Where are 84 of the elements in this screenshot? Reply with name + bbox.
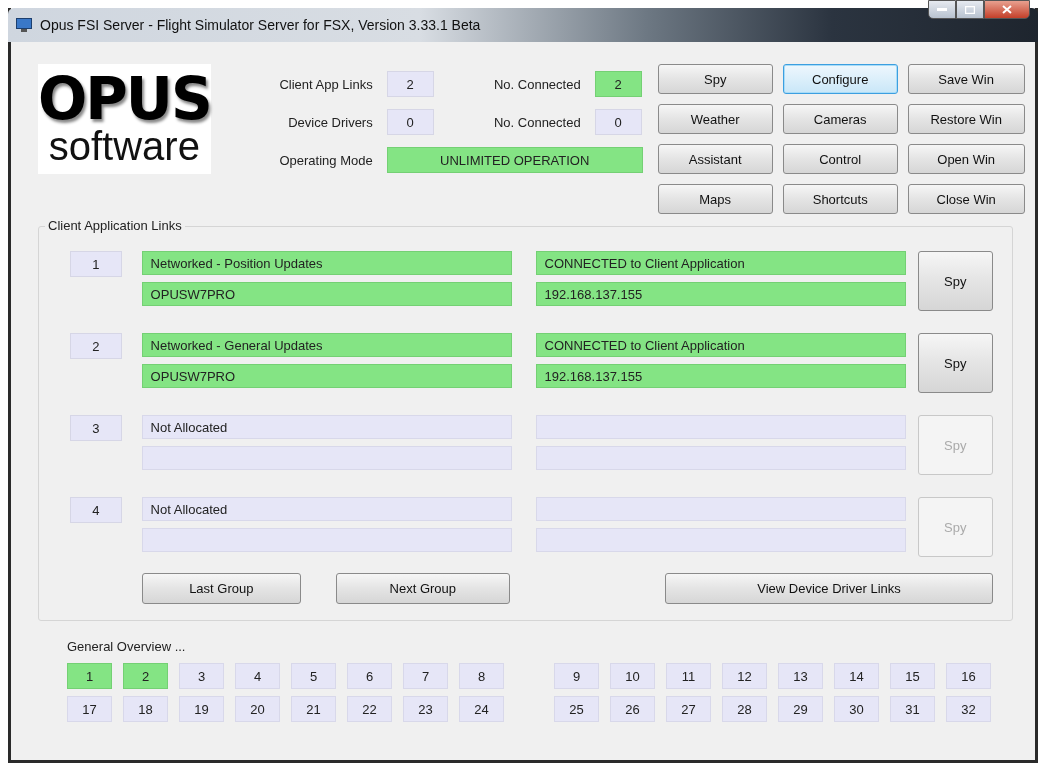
status-slot: 27	[666, 696, 711, 722]
toolbar-button[interactable]: Assistant	[657, 144, 773, 174]
toolbar-button[interactable]: Save Win	[907, 64, 1025, 94]
status-slot: 25	[554, 696, 599, 722]
value-field: 2	[386, 71, 434, 97]
link-number: 1	[70, 251, 122, 277]
toolbar-button[interactable]: Maps	[657, 184, 773, 214]
status-slot: 28	[722, 696, 767, 722]
status-slot: 10	[610, 663, 655, 689]
status-slot: 16	[946, 663, 991, 689]
link-type-field: Not Allocated	[141, 497, 512, 521]
link-number: 3	[70, 415, 122, 441]
status-slot: 13	[778, 663, 823, 689]
value-field: 2	[594, 71, 642, 97]
status-slot: 18	[123, 696, 168, 722]
status-slot: 15	[890, 663, 935, 689]
status-slot: 22	[347, 696, 392, 722]
toolbar-button[interactable]: Configure	[782, 64, 898, 94]
section-title: General Overview ...	[67, 639, 187, 654]
status-slot: 32	[946, 696, 991, 722]
monitor-icon	[16, 18, 32, 32]
toolbar-button[interactable]: Shortcuts	[782, 184, 898, 214]
spy-button[interactable]: Spy	[917, 333, 993, 393]
maximize-icon	[965, 5, 975, 14]
status-slot: 8	[459, 663, 504, 689]
status-slot: 14	[834, 663, 879, 689]
status-slot: 21	[291, 696, 336, 722]
link-type-field: Networked - General Updates	[141, 333, 512, 357]
spy-button[interactable]: Spy	[917, 251, 993, 311]
status-slot: 3	[179, 663, 224, 689]
close-button[interactable]	[984, 0, 1030, 19]
link-number: 2	[70, 333, 122, 359]
status-slot: 31	[890, 696, 935, 722]
view-drivers-button[interactable]: View Device Driver Links	[665, 573, 993, 604]
status-slot: 2	[123, 663, 168, 689]
status-slot: 9	[554, 663, 599, 689]
link-type-field: Networked - Position Updates	[141, 251, 512, 275]
field-label: Device Drivers	[287, 114, 374, 130]
address-field: 192.168.137.155	[535, 282, 906, 306]
close-icon	[1002, 5, 1012, 14]
next-group-button[interactable]: Next Group	[335, 573, 511, 604]
status-slot: 23	[403, 696, 448, 722]
value-field: 0	[386, 109, 434, 135]
value-field: UNLIMITED OPERATION	[386, 147, 643, 173]
status-slot: 20	[235, 696, 280, 722]
maximize-button[interactable]	[956, 0, 984, 19]
toolbar-button[interactable]: Restore Win	[907, 104, 1025, 134]
minimize-icon	[937, 7, 947, 12]
last-group-button[interactable]: Last Group	[142, 573, 301, 604]
group-title: Client Application Links	[45, 218, 185, 233]
link-number: 4	[70, 497, 122, 523]
status-slot: 26	[610, 696, 655, 722]
address-field: 192.168.137.155	[535, 364, 906, 388]
status-slot: 7	[403, 663, 448, 689]
toolbar-button[interactable]: Weather	[657, 104, 773, 134]
status-slot: 30	[834, 696, 879, 722]
host-field: OPUSW7PRO	[141, 282, 512, 306]
field-label: Client App Links	[278, 76, 374, 92]
status-slot: 5	[291, 663, 336, 689]
status-field: CONNECTED to Client Application	[535, 333, 906, 357]
toolbar-button[interactable]: Close Win	[907, 184, 1025, 214]
link-type-field: Not Allocated	[141, 415, 512, 439]
status-slot: 6	[347, 663, 392, 689]
status-slot: 29	[778, 696, 823, 722]
toolbar-button[interactable]: Cameras	[782, 104, 898, 134]
value-field: 0	[594, 109, 642, 135]
toolbar-button[interactable]: Control	[782, 144, 898, 174]
logo: OPUS software	[38, 64, 211, 174]
host-field: OPUSW7PRO	[141, 364, 512, 388]
status-slot: 19	[179, 696, 224, 722]
minimize-button[interactable]	[928, 0, 956, 19]
status-slot: 4	[235, 663, 280, 689]
status-slot: 12	[722, 663, 767, 689]
toolbar-button[interactable]: Open Win	[907, 144, 1025, 174]
field-label: No. Connected	[492, 76, 582, 92]
status-slot: 24	[459, 696, 504, 722]
field-label: Operating Mode	[278, 152, 374, 168]
status-slot: 1	[67, 663, 112, 689]
window-title: Opus FSI Server - Flight Simulator Server for FSX, Version 3.33.1 Beta	[40, 17, 482, 33]
field-label: No. Connected	[492, 114, 582, 130]
status-field: CONNECTED to Client Application	[535, 251, 906, 275]
status-slot: 17	[67, 696, 112, 722]
toolbar-button[interactable]: Spy	[657, 64, 773, 94]
status-slot: 11	[666, 663, 711, 689]
